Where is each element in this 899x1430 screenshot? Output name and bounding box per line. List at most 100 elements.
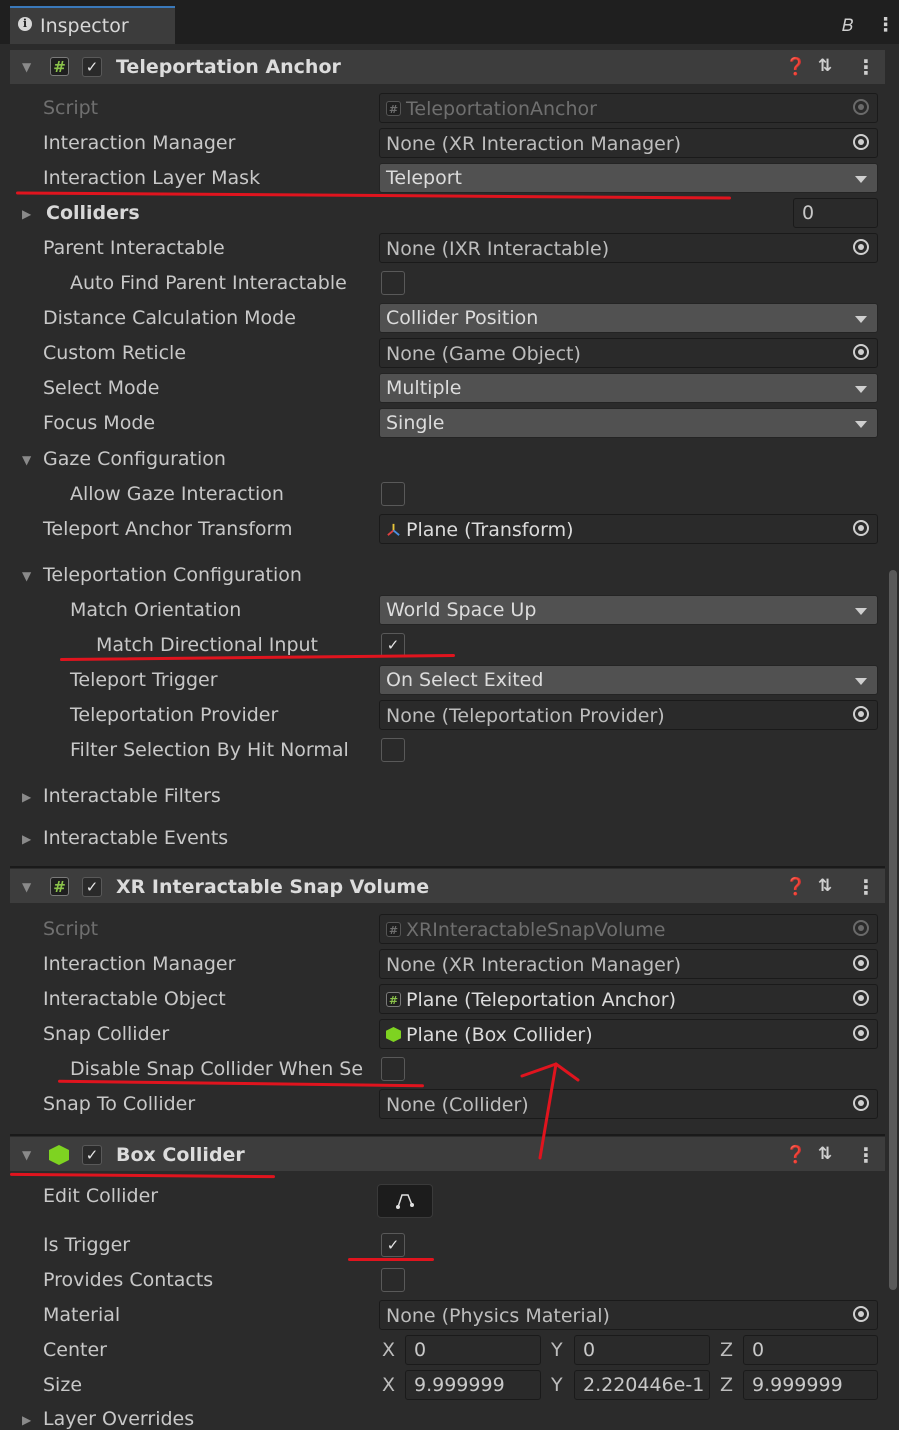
edit-collider-icon (396, 1194, 414, 1209)
material-field[interactable]: None (Physics Material) (379, 1300, 878, 1330)
foldout-arrow-icon[interactable]: ▶ (22, 790, 31, 804)
object-picker-icon[interactable] (853, 990, 869, 1006)
colliders-count: 0 (802, 202, 815, 224)
more-options-icon[interactable]: ⋮ (876, 14, 895, 36)
snap-to-collider-field[interactable]: None (Collider) (379, 1089, 878, 1119)
colliders-label[interactable]: Colliders (46, 202, 140, 224)
size-z-axis-label[interactable]: Z (720, 1374, 733, 1396)
center-y-axis-label[interactable]: Y (551, 1339, 563, 1361)
object-picker-icon[interactable] (853, 955, 869, 971)
object-picker-icon[interactable] (853, 134, 869, 150)
size-z-field[interactable]: 9.999999 (743, 1370, 878, 1400)
snap-collider-field[interactable]: Plane (Box Collider) (379, 1019, 878, 1049)
foldout-arrow-icon[interactable]: ▼ (22, 569, 31, 583)
provides-contacts-checkbox[interactable] (381, 1268, 405, 1292)
match-directional-input-checkbox[interactable]: ✓ (381, 633, 405, 657)
interactable-object-field[interactable]: # Plane (Teleportation Anchor) (379, 984, 878, 1014)
interaction-manager-value: None (XR Interaction Manager) (386, 954, 682, 976)
component-enabled-checkbox[interactable]: ✓ (82, 1145, 102, 1165)
foldout-arrow-icon[interactable]: ▼ (22, 60, 31, 74)
parent-interactable-field[interactable]: None (IXR Interactable) (379, 233, 878, 263)
center-x-axis-label[interactable]: X (382, 1339, 395, 1361)
center-y-field[interactable]: 0 (574, 1335, 710, 1365)
layer-overrides-foldout[interactable]: Layer Overrides (43, 1408, 194, 1430)
annotation-underline (9, 1172, 276, 1179)
script-value: TeleportationAnchor (406, 98, 597, 120)
interactable-events-foldout[interactable]: Interactable Events (43, 827, 228, 849)
interaction-manager-field[interactable]: None (XR Interaction Manager) (379, 128, 878, 158)
foldout-arrow-icon[interactable]: ▼ (22, 1148, 31, 1162)
focus-mode-label: Focus Mode (43, 412, 156, 434)
component-menu-icon[interactable]: ⋮ (856, 1143, 876, 1167)
teleport-trigger-dropdown[interactable]: On Select Exited (379, 665, 878, 695)
help-icon[interactable]: ❓ (785, 57, 806, 77)
object-picker-icon (853, 920, 869, 936)
script-icon: # (386, 922, 401, 937)
object-picker-icon[interactable] (853, 706, 869, 722)
object-picker-icon[interactable] (853, 520, 869, 536)
interaction-manager-value: None (XR Interaction Manager) (386, 133, 682, 155)
teleportation-provider-value: None (Teleportation Provider) (386, 705, 665, 727)
object-picker-icon[interactable] (853, 1095, 869, 1111)
foldout-arrow-icon[interactable]: ▶ (22, 832, 31, 846)
is-trigger-label: Is Trigger (43, 1234, 131, 1256)
component-title: Teleportation Anchor (116, 56, 341, 78)
allow-gaze-checkbox[interactable] (381, 482, 405, 506)
colliders-count-field[interactable]: 0 (793, 198, 878, 228)
size-x-axis-label[interactable]: X (382, 1374, 395, 1396)
tab-label: Inspector (40, 15, 129, 37)
component-title: XR Interactable Snap Volume (116, 876, 430, 898)
component-enabled-checkbox[interactable]: ✓ (82, 877, 102, 897)
edit-collider-button[interactable] (377, 1184, 433, 1218)
focus-mode-value: Single (386, 412, 445, 434)
object-picker-icon[interactable] (853, 1025, 869, 1041)
component-menu-icon[interactable]: ⋮ (856, 55, 876, 79)
snap-to-collider-label: Snap To Collider (43, 1093, 196, 1115)
object-picker-icon[interactable] (853, 344, 869, 360)
filter-hit-normal-checkbox[interactable] (381, 738, 405, 762)
presets-icon[interactable]: ⇅ (818, 1144, 832, 1164)
help-icon[interactable]: ❓ (785, 877, 806, 897)
gaze-configuration-label[interactable]: Gaze Configuration (43, 448, 226, 470)
scrollbar[interactable] (889, 570, 897, 1290)
teleportation-provider-field[interactable]: None (Teleportation Provider) (379, 700, 878, 730)
focus-mode-dropdown[interactable]: Single (379, 408, 878, 438)
interaction-manager-field[interactable]: None (XR Interaction Manager) (379, 949, 878, 979)
foldout-arrow-icon[interactable]: ▶ (22, 207, 31, 221)
anchor-transform-field[interactable]: Plane (Transform) (379, 514, 878, 544)
presets-icon[interactable]: ⇅ (818, 56, 832, 76)
foldout-arrow-icon[interactable]: ▼ (22, 880, 31, 894)
interactable-filters-foldout[interactable]: Interactable Filters (43, 785, 221, 807)
select-mode-dropdown[interactable]: Multiple (379, 373, 878, 403)
size-y-value: 2.220446e-1 (583, 1374, 705, 1396)
anchor-transform-label: Teleport Anchor Transform (43, 518, 293, 540)
match-orientation-dropdown[interactable]: World Space Up (379, 595, 878, 625)
center-x-field[interactable]: 0 (405, 1335, 541, 1365)
script-field: # TeleportationAnchor (379, 93, 878, 123)
annotation-arrow (520, 1062, 580, 1160)
presets-icon[interactable]: ⇅ (818, 876, 832, 896)
is-trigger-checkbox[interactable]: ✓ (381, 1233, 405, 1257)
distance-mode-dropdown[interactable]: Collider Position (379, 303, 878, 333)
size-y-field[interactable]: 2.220446e-1 (574, 1370, 710, 1400)
custom-reticle-field[interactable]: None (Game Object) (379, 338, 878, 368)
custom-reticle-label: Custom Reticle (43, 342, 187, 364)
teleportation-configuration-label[interactable]: Teleportation Configuration (43, 564, 302, 586)
center-z-value: 0 (752, 1339, 765, 1361)
auto-find-parent-checkbox[interactable] (381, 271, 405, 295)
lock-icon[interactable]: 𝐵 (842, 16, 853, 36)
size-x-field[interactable]: 9.999999 (405, 1370, 541, 1400)
object-picker-icon[interactable] (853, 1306, 869, 1322)
foldout-arrow-icon[interactable]: ▶ (22, 1413, 31, 1427)
size-y-axis-label[interactable]: Y (551, 1374, 563, 1396)
object-picker-icon[interactable] (853, 239, 869, 255)
component-menu-icon[interactable]: ⋮ (856, 875, 876, 899)
component-enabled-checkbox[interactable]: ✓ (82, 57, 102, 77)
center-y-value: 0 (583, 1339, 596, 1361)
foldout-arrow-icon[interactable]: ▼ (22, 453, 31, 467)
interaction-layer-mask-dropdown[interactable]: Teleport (379, 163, 878, 193)
disable-snap-collider-checkbox[interactable] (381, 1057, 405, 1081)
center-z-axis-label[interactable]: Z (720, 1339, 733, 1361)
help-icon[interactable]: ❓ (785, 1145, 806, 1165)
center-z-field[interactable]: 0 (743, 1335, 878, 1365)
